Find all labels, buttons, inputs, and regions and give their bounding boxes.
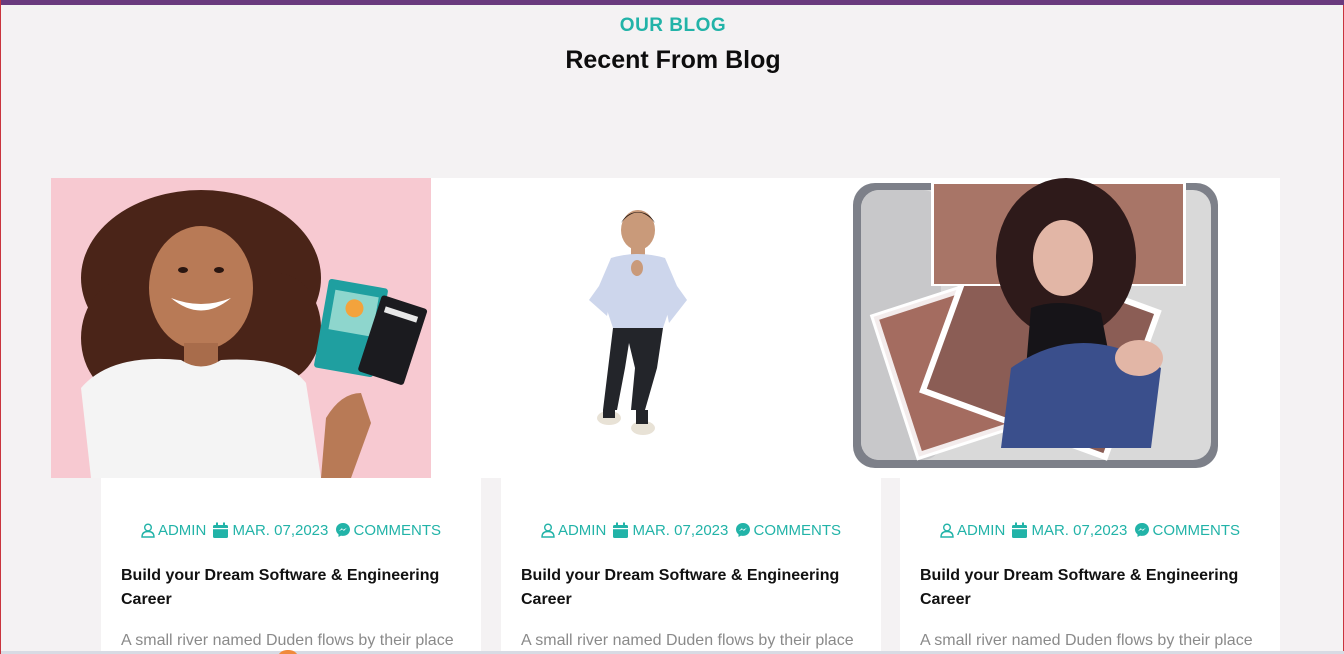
post-meta: ADMIN MAR. 07,2023 COMMENTS [900,521,1280,539]
user-icon [141,523,155,538]
post-author-link[interactable]: ADMIN [158,522,206,539]
messenger-icon [335,523,350,538]
user-icon [541,523,555,538]
section-title: Recent From Blog [565,46,781,74]
post-date: MAR. 07,2023 [1031,521,1128,539]
blog-images-row [51,178,1280,478]
user-icon [940,523,954,538]
post-author-link[interactable]: ADMIN [558,522,606,539]
top-border [1,0,1344,5]
blog-post-card: ADMIN MAR. 07,2023 COMMENTS Build your D… [501,478,881,654]
post-author-link[interactable]: ADMIN [957,522,1005,539]
section-eyebrow: OUR BLOG [619,15,727,36]
calendar-icon [213,522,229,538]
calendar-icon [1012,522,1028,538]
post-title-link[interactable]: Build your Dream Software & Engineering … [920,564,1260,612]
post-title-link[interactable]: Build your Dream Software & Engineering … [121,564,461,612]
post-excerpt: A small river named Duden flows by their… [121,632,454,649]
post-comments-link[interactable]: COMMENTS [354,522,442,539]
post-image-man-in-shirt[interactable] [431,178,831,478]
messenger-icon [1134,523,1149,538]
post-date: MAR. 07,2023 [232,521,329,539]
calendar-icon [613,522,629,538]
post-title-link[interactable]: Build your Dream Software & Engineering … [521,564,861,612]
post-comments-link[interactable]: COMMENTS [754,522,842,539]
post-comments-link[interactable]: COMMENTS [1153,522,1241,539]
post-image-photo-wallet[interactable] [831,178,1280,478]
blog-post-card: ADMIN MAR. 07,2023 COMMENTS Build your D… [900,478,1280,654]
post-date: MAR. 07,2023 [632,521,729,539]
blog-post-card: ADMIN MAR. 07,2023 COMMENTS Build your D… [101,478,481,654]
post-excerpt: A small river named Duden flows by their… [521,632,854,649]
post-meta: ADMIN MAR. 07,2023 COMMENTS [501,521,881,539]
post-excerpt: A small river named Duden flows by their… [920,632,1253,649]
post-meta: ADMIN MAR. 07,2023 COMMENTS [101,521,481,539]
messenger-icon [735,523,750,538]
post-image-woman-with-passport[interactable] [51,178,431,478]
